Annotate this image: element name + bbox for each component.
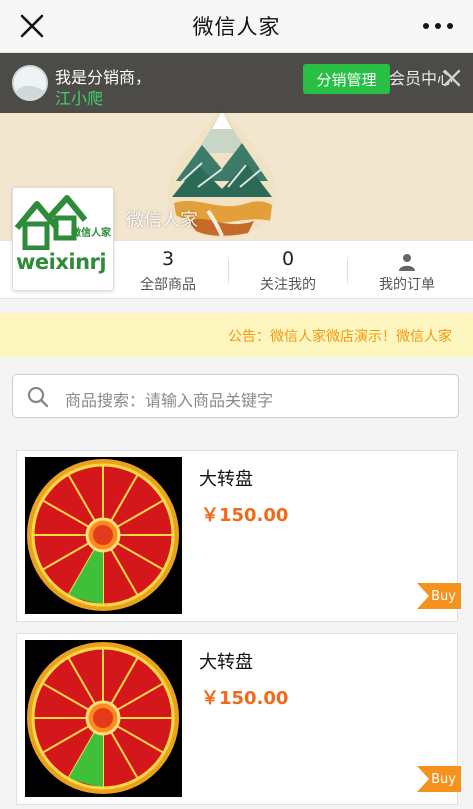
product-card[interactable]: 大转盘 ￥150.00 Buy: [16, 633, 461, 805]
store-logo[interactable]: 微信人家 weixinrj: [12, 187, 114, 291]
product-image[interactable]: [25, 457, 182, 614]
logo-subtext: 微信人家: [71, 228, 111, 239]
stat-followers[interactable]: 0 关注我的: [229, 241, 347, 298]
prize-wheel-icon: [25, 457, 182, 614]
stat-value: 0: [281, 248, 295, 270]
product-name[interactable]: 大转盘: [199, 648, 253, 674]
avatar-image-icon: [14, 67, 46, 99]
stat-label: 关注我的: [260, 277, 316, 293]
top-navbar: 微信人家: [0, 0, 473, 53]
store-name: 微信人家: [126, 210, 198, 231]
buy-button[interactable]: Buy: [417, 766, 461, 792]
product-image[interactable]: [25, 640, 182, 797]
stat-label: 我的订单: [379, 277, 435, 293]
avatar[interactable]: [12, 65, 48, 101]
distributor-name[interactable]: 江小爬: [55, 85, 103, 109]
stat-label: 全部商品: [140, 277, 196, 293]
distributor-bar: 我是分销商， 江小爬 分销管理 会员中心: [0, 53, 473, 113]
stat-my-orders[interactable]: 我的订单: [348, 241, 466, 298]
close-icon[interactable]: [442, 67, 462, 89]
search-placeholder: 商品搜索：请输入商品关键字: [65, 391, 274, 410]
buy-button[interactable]: Buy: [417, 583, 461, 609]
distribution-manage-button[interactable]: 分销管理: [303, 64, 390, 94]
logo-text: weixinrj: [16, 250, 107, 274]
house-logo-icon: [14, 195, 88, 250]
search-icon: [27, 386, 49, 408]
prize-wheel-icon: [25, 640, 182, 797]
product-name[interactable]: 大转盘: [199, 465, 253, 491]
close-icon[interactable]: [18, 12, 46, 40]
search-input[interactable]: 商品搜索：请输入商品关键字: [12, 374, 459, 418]
stat-value: 3: [161, 248, 175, 270]
page-title: 微信人家: [192, 15, 281, 39]
user-icon: [399, 254, 415, 271]
product-card[interactable]: 大转盘 ￥150.00 Buy: [16, 450, 461, 622]
more-dots-icon[interactable]: [421, 12, 455, 40]
product-price: ￥150.00: [201, 505, 289, 526]
stat-all-products[interactable]: 3 全部商品: [109, 241, 227, 298]
announcement-text: 公告：微信人家微店演示！微信人家: [228, 329, 452, 345]
announcement-bar: 公告：微信人家微店演示！微信人家: [0, 313, 473, 357]
product-price: ￥150.00: [201, 688, 289, 709]
